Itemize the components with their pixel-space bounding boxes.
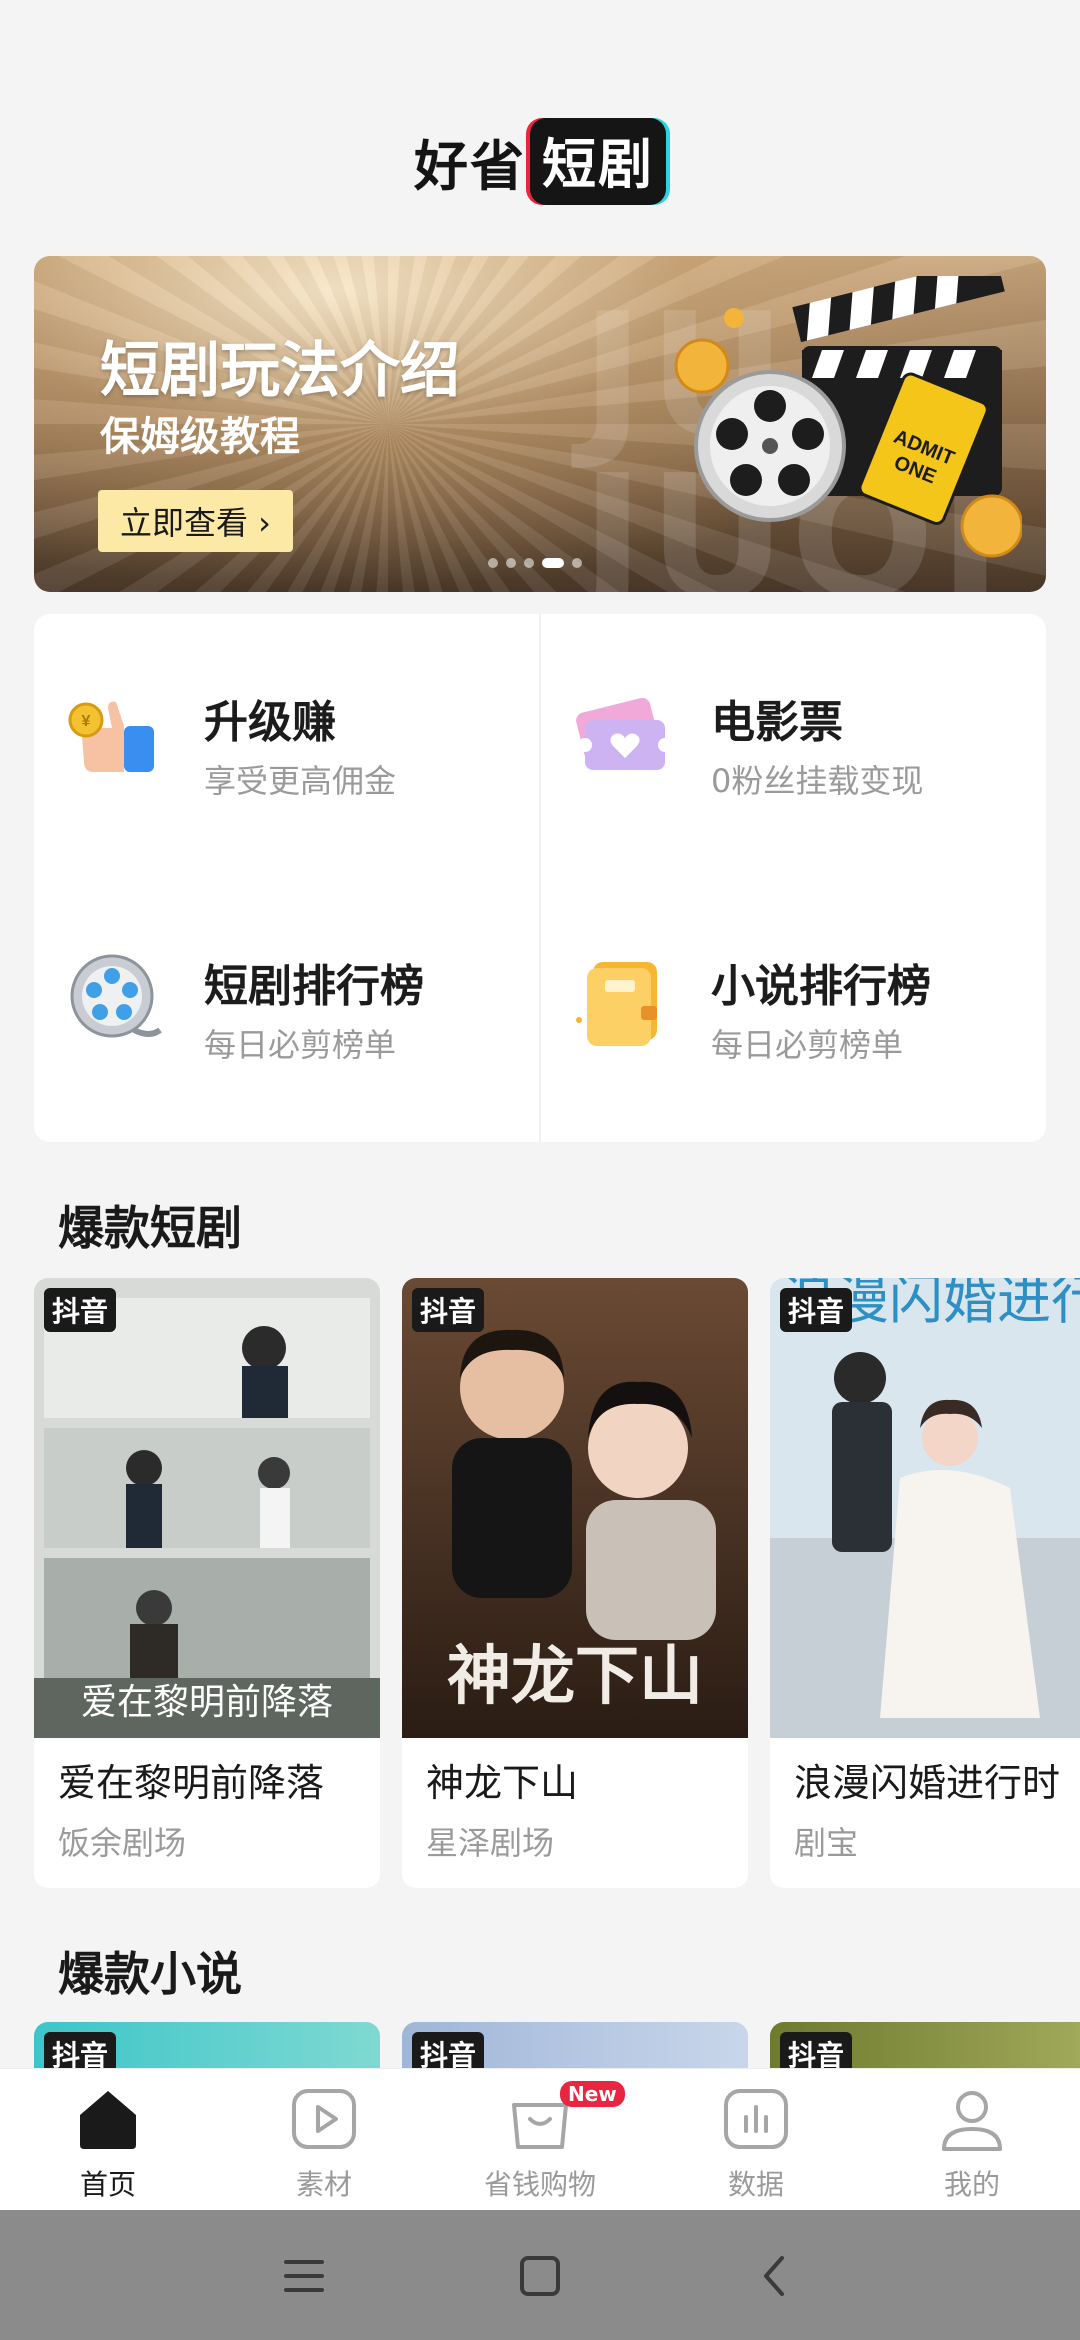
feature-upgrade-earn[interactable]: ¥ 升级赚 享受更高佣金 — [34, 614, 534, 814]
tab-label: 首页 — [79, 2168, 136, 2201]
feature-movie-ticket[interactable]: 电影票 0粉丝挂载变现 — [541, 614, 1041, 814]
tab-label: 省钱购物 — [483, 2168, 596, 2201]
svg-text:¥: ¥ — [82, 713, 91, 730]
carousel-dot — [488, 558, 498, 568]
drama-studio: 饭余剧场 — [58, 1824, 187, 1862]
platform-badge: 抖音 — [44, 1288, 117, 1332]
feature-name: 升级赚 — [204, 697, 336, 748]
drama-card[interactable]: 浪漫闪婚进行时 抖音 浪漫闪婚进行时 剧宝 — [770, 1278, 1080, 1888]
banner-title: 短剧玩法介绍 — [100, 336, 460, 406]
tab-label: 数据 — [727, 2168, 784, 2201]
tab-home[interactable]: 首页 — [0, 2069, 216, 2211]
feature-desc: 每日必剪榜单 — [204, 1026, 397, 1064]
tab-label: 我的 — [943, 2168, 1000, 2201]
back-icon[interactable] — [746, 2246, 806, 2306]
banner-subtitle: 保姆级教程 — [100, 414, 300, 460]
app-page: 好省 短剧 JUJUQI 短剧玩法介绍 保姆级教程 立即查看 › — [0, 0, 1080, 2340]
drama-poster: 神龙下山 — [402, 1278, 748, 1738]
chart-icon — [724, 2089, 788, 2149]
play-icon — [292, 2089, 356, 2149]
drama-title: 神龙下山 — [426, 1761, 579, 1805]
film-clapper-illustration: ADMIT ONE — [674, 276, 1022, 558]
feature-desc: 每日必剪榜单 — [711, 1026, 904, 1064]
drama-studio: 星泽剧场 — [426, 1824, 555, 1862]
feature-novel-ranking[interactable]: 小说排行榜 每日必剪榜单 — [541, 878, 1041, 1078]
logo-text-plain: 好省 — [414, 135, 526, 198]
drama-poster: 浪漫闪婚进行时 — [770, 1278, 1080, 1738]
poster-title: 神龙下山 — [447, 1639, 703, 1714]
feature-desc: 享受更高佣金 — [204, 762, 397, 800]
carousel-dot — [506, 558, 516, 568]
profile-icon — [942, 2091, 1002, 2151]
drama-card[interactable]: 神龙下山 抖音 神龙下山 星泽剧场 — [402, 1278, 748, 1888]
drama-studio: 剧宝 — [794, 1824, 859, 1862]
logo-text-boxed: 短剧 — [530, 118, 666, 205]
banner-cta-button[interactable]: 立即查看 › — [98, 490, 293, 552]
section-title-dramas: 爆款短剧 — [58, 1201, 242, 1255]
platform-badge: 抖音 — [780, 1288, 853, 1332]
system-navigation-bar — [0, 2210, 1080, 2340]
drama-poster: 爱在黎明前降落 — [34, 1278, 380, 1738]
bottom-tab-bar: 首页 素材 New 省钱购物 数据 我的 — [0, 2068, 1080, 2210]
feature-desc: 0粉丝挂载变现 — [711, 762, 924, 800]
feature-name: 小说排行榜 — [711, 961, 931, 1012]
feature-name: 短剧排行榜 — [204, 961, 424, 1012]
home-icon — [80, 2091, 136, 2149]
drama-title: 浪漫闪婚进行时 — [794, 1761, 1061, 1805]
carousel-dot — [524, 558, 534, 568]
film-reel-icon — [694, 370, 846, 522]
platform-badge: 抖音 — [412, 1288, 485, 1332]
promo-banner[interactable]: JUJUQI 短剧玩法介绍 保姆级教程 立即查看 › — [34, 256, 1046, 592]
drama-title: 爱在黎明前降落 — [58, 1761, 325, 1805]
ticket-icon — [576, 697, 671, 770]
app-logo: 好省 短剧 — [0, 118, 1080, 205]
feature-name: 电影票 — [711, 697, 843, 748]
home-square-icon[interactable] — [510, 2246, 570, 2306]
feature-grid: ¥ 升级赚 享受更高佣金 电影票 0粉丝挂载变现 短剧排行榜 每日必剪榜单 小说… — [34, 614, 1046, 1142]
poster-title: 爱在黎明前降落 — [81, 1682, 333, 1723]
film-reel-icon — [70, 954, 162, 1038]
thumbs-up-coin-icon: ¥ — [68, 701, 154, 772]
tab-profile[interactable]: 我的 — [864, 2069, 1080, 2211]
carousel-dot-active — [542, 558, 564, 568]
menu-icon[interactable] — [274, 2246, 334, 2306]
section-title-novels: 爆款小说 — [58, 1947, 242, 2001]
carousel-dot — [572, 558, 582, 568]
notebook-icon — [576, 962, 657, 1046]
tab-label: 素材 — [295, 2168, 352, 2201]
feature-drama-ranking[interactable]: 短剧排行榜 每日必剪榜单 — [34, 878, 534, 1078]
new-tag-badge: New — [560, 2081, 625, 2107]
tab-data[interactable]: 数据 — [648, 2069, 864, 2211]
tab-shopping[interactable]: New 省钱购物 — [432, 2069, 648, 2211]
banner-carousel-dots — [488, 558, 582, 568]
tab-materials[interactable]: 素材 — [216, 2069, 432, 2211]
drama-card[interactable]: 爱在黎明前降落 抖音 爱在黎明前降落 饭余剧场 — [34, 1278, 380, 1888]
